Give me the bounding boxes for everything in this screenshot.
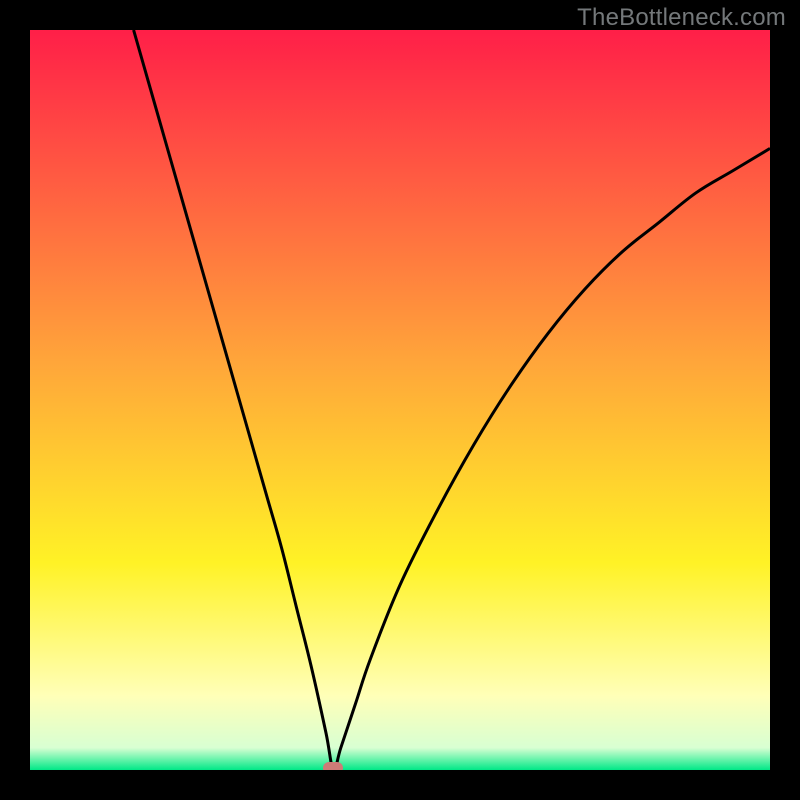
- curve-path: [134, 30, 770, 770]
- chart-frame: TheBottleneck.com: [0, 0, 800, 800]
- watermark-text: TheBottleneck.com: [577, 4, 786, 32]
- bottleneck-curve: [30, 30, 770, 770]
- minimum-marker: [323, 762, 343, 770]
- plot-area: [30, 30, 770, 770]
